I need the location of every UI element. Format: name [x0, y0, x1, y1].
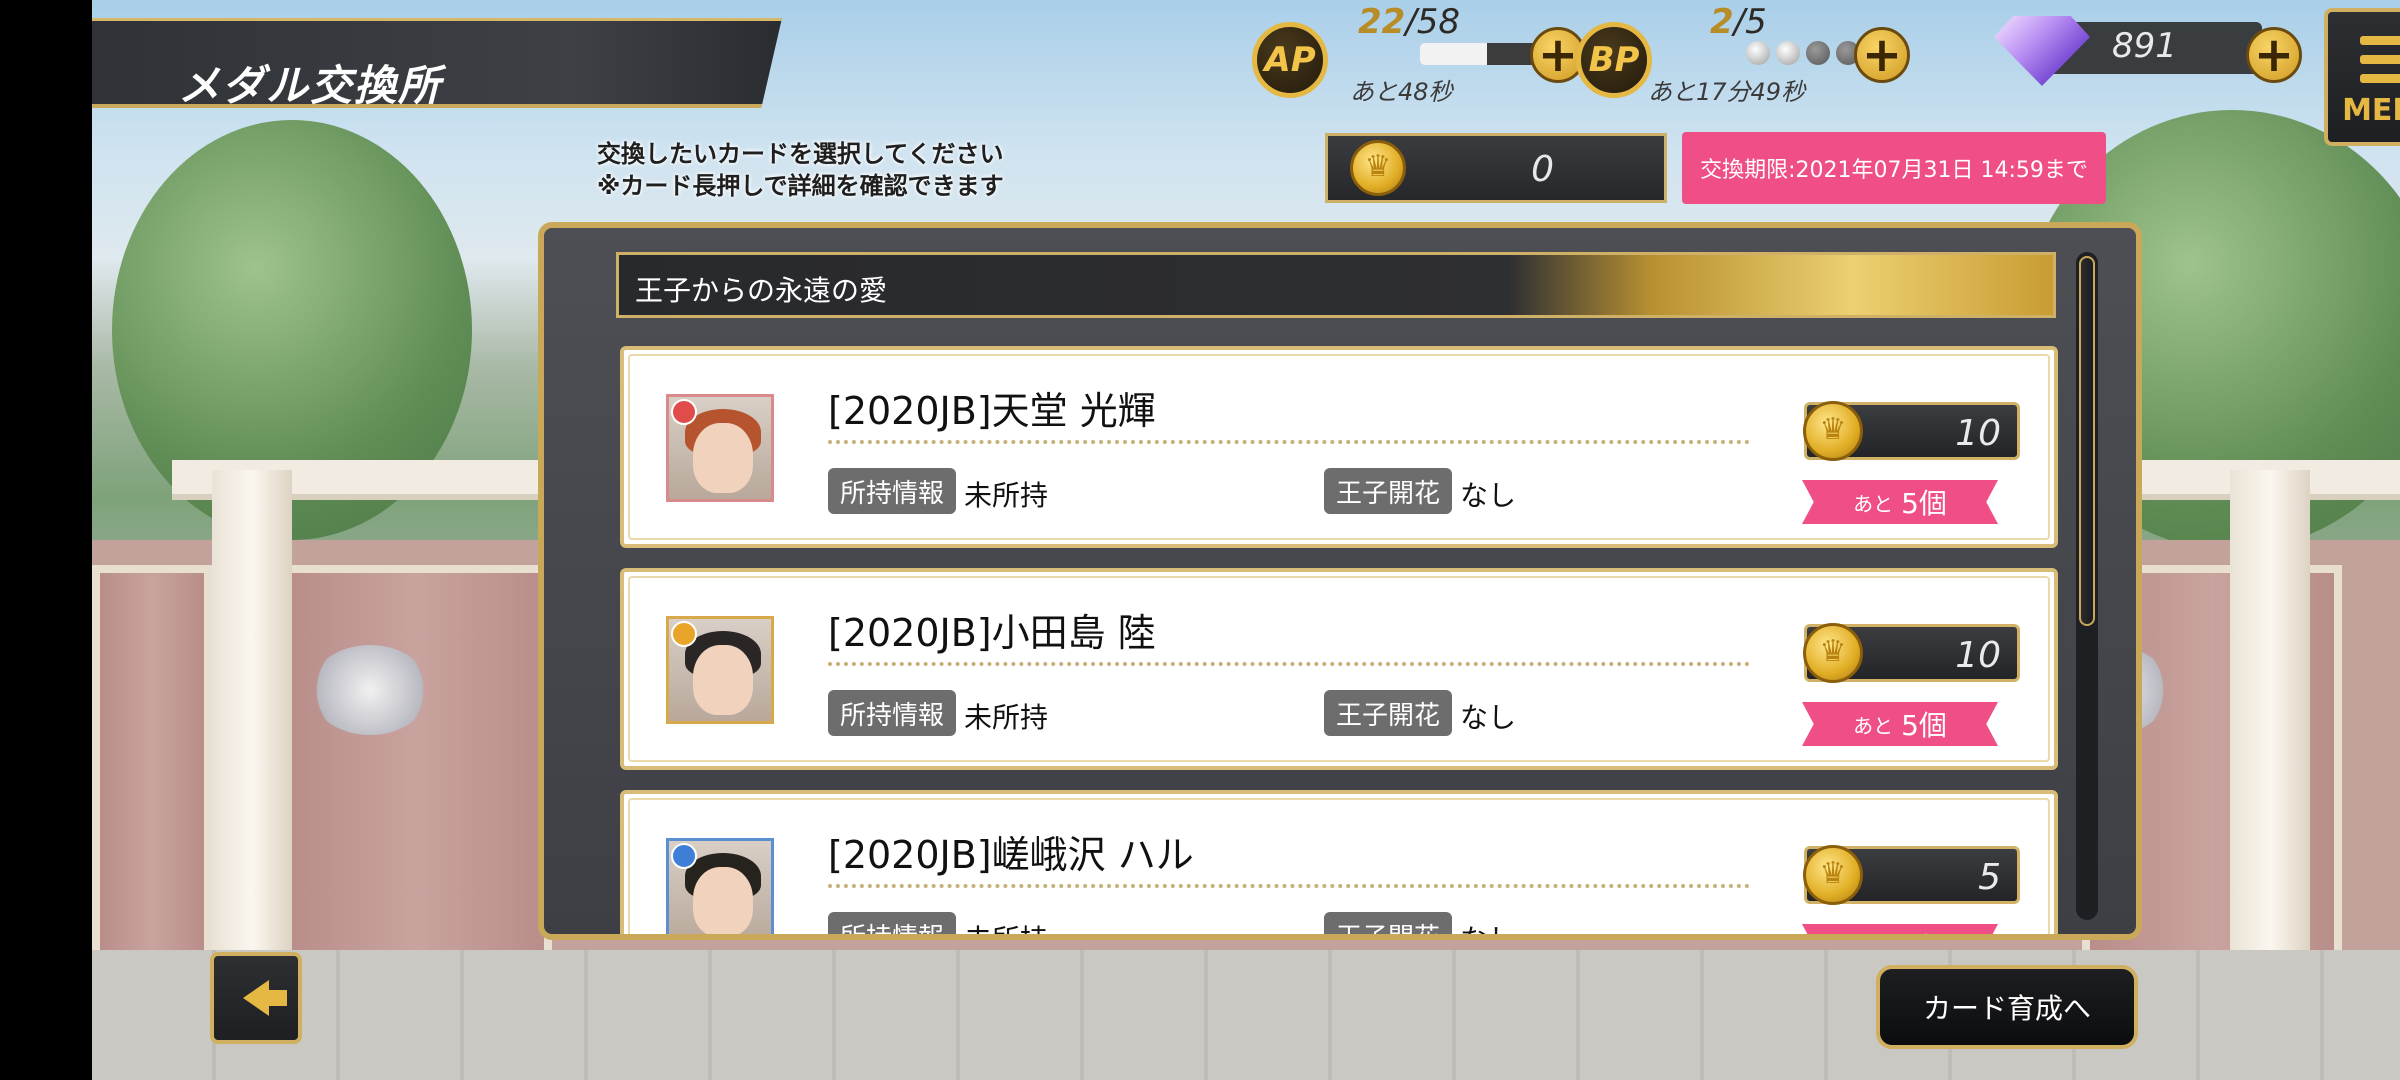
wall-pillar: [212, 470, 292, 970]
wall-panel: [282, 565, 552, 960]
ap-counter: 22/58: [1358, 2, 1461, 42]
menu-label: MENU: [2342, 93, 2400, 128]
price-value: 10: [1955, 635, 2001, 676]
bp-dot: [1776, 41, 1800, 65]
remaining-stock-badge: あと5個: [1802, 480, 1998, 524]
title-plate: メダル交換所: [92, 18, 782, 108]
bp-dot: [1746, 41, 1770, 65]
attribute-badge-icon: [671, 621, 697, 647]
crest-emblem-icon: [310, 645, 430, 735]
bp-plus-button[interactable]: +: [1854, 27, 1910, 83]
price-value: 5: [1978, 857, 2001, 898]
bloom-value: なし: [1460, 923, 1517, 940]
medal-coin-icon: [1803, 845, 1863, 905]
bp-recover-timer: あと17分49秒: [1648, 78, 1806, 106]
ap-recover-timer: あと48秒: [1350, 78, 1453, 106]
back-arrow-icon: [243, 980, 287, 1016]
ap-progress-fill: [1420, 43, 1487, 65]
bloom-label: 王子開花: [1324, 690, 1453, 736]
card-name: [2020JB]小田島 陸: [828, 611, 1156, 655]
wall-pillar: [2230, 470, 2310, 970]
remaining-stock-badge: あと5個: [1802, 702, 1998, 746]
ownership-label: 所持情報: [828, 912, 957, 934]
price-box: 5: [1803, 845, 2020, 905]
medal-count: 0: [1531, 149, 1554, 190]
bloom-label: 王子開花: [1324, 912, 1453, 934]
price-value: 10: [1955, 413, 2001, 454]
instruction-line: 交換したいカードを選択してください: [597, 140, 1004, 168]
bloom-value: なし: [1460, 701, 1517, 734]
divider: [828, 884, 1750, 888]
instruction-line: ※カード長押しで詳細を確認できます: [597, 172, 1004, 200]
menu-button[interactable]: MENU: [2324, 8, 2400, 146]
thumbnail-face: [693, 423, 753, 493]
hamburger-icon: [2360, 36, 2400, 93]
ap-icon: AP: [1252, 22, 1328, 98]
medal-balance: 0: [1325, 133, 1667, 203]
bp-icon: BP: [1576, 22, 1652, 98]
section-title: 王子からの永遠の愛: [635, 274, 888, 307]
exchange-card-item[interactable]: [2020JB]天堂 光輝 所持情報 未所持 王子開花 なし 10 あと5個: [620, 346, 2058, 548]
bloom-label: 王子開花: [1324, 468, 1453, 514]
list-scrollbar[interactable]: [2076, 252, 2098, 920]
gem-count: 891: [2112, 26, 2177, 66]
ownership-label: 所持情報: [828, 690, 957, 736]
wall-panel: [92, 565, 212, 960]
instructions: 交換したいカードを選択してください ※カード長押しで詳細を確認できます: [597, 138, 1004, 202]
ownership-value: 未所持: [964, 701, 1049, 734]
card-thumbnail: [666, 838, 774, 934]
ownership-label: 所持情報: [828, 468, 957, 514]
medal-coin-icon: [1803, 623, 1863, 683]
card-name: [2020JB]嵯峨沢 ハル: [828, 833, 1194, 877]
ownership-value: 未所持: [964, 479, 1049, 512]
diamond-icon: [1994, 16, 2090, 86]
thumbnail-face: [693, 867, 753, 934]
divider: [828, 662, 1750, 666]
divider: [828, 440, 1750, 444]
card-thumbnail: [666, 394, 774, 502]
price-box: 10: [1803, 623, 2020, 683]
card-name: [2020JB]天堂 光輝: [828, 389, 1156, 433]
card-training-button[interactable]: カード育成へ: [1876, 965, 2138, 1049]
medal-coin-icon: [1350, 140, 1406, 196]
exchange-card-item[interactable]: [2020JB]嵯峨沢 ハル 所持情報 未所持 王子開花 なし 5 あと5個: [620, 790, 2058, 940]
attribute-badge-icon: [671, 843, 697, 869]
medal-coin-icon: [1803, 401, 1863, 461]
exchange-list-panel: 王子からの永遠の愛 [2020JB]天堂 光輝 所持情報 未所持 王子開花 なし…: [538, 222, 2142, 940]
gem-plus-button[interactable]: +: [2246, 27, 2302, 83]
exchange-deadline-badge: 交換期限:2021年07月31日 14:59まで: [1682, 132, 2106, 204]
remaining-stock-badge: あと5個: [1802, 924, 1998, 934]
price-box: 10: [1803, 401, 2020, 461]
bp-dot: [1806, 41, 1830, 65]
bp-counter: 2/5: [1710, 2, 1767, 42]
page-title: メダル交換所: [178, 61, 443, 110]
card-thumbnail: [666, 616, 774, 724]
ownership-value: 未所持: [964, 923, 1049, 940]
scrollbar-thumb[interactable]: [2079, 256, 2095, 626]
game-screen: メダル交換所 AP 22/58 あと48秒 + BP 2/5 あと17分49秒 …: [92, 0, 2400, 1080]
attribute-badge-icon: [671, 399, 697, 425]
thumbnail-face: [693, 645, 753, 715]
section-header: 王子からの永遠の愛: [616, 252, 2056, 318]
exchange-card-item[interactable]: [2020JB]小田島 陸 所持情報 未所持 王子開花 なし 10 あと5個: [620, 568, 2058, 770]
bloom-value: なし: [1460, 479, 1517, 512]
back-button[interactable]: [210, 952, 302, 1044]
